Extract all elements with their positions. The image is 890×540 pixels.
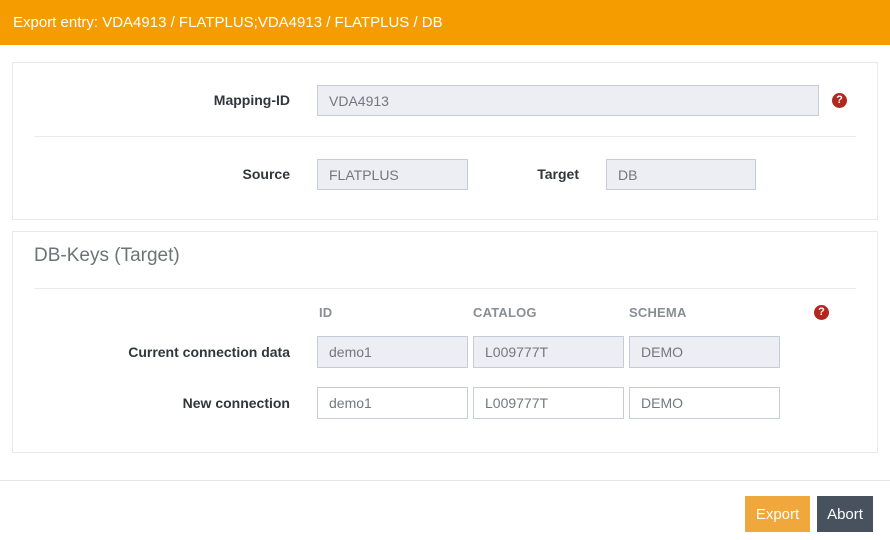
current-connection-label: Current connection data bbox=[128, 344, 290, 360]
db-keys-panel: DB-Keys (Target) ID CATALOG SCHEMA ? Cur… bbox=[12, 231, 878, 453]
dialog-titlebar: Export entry: VDA4913 / FLATPLUS;VDA4913… bbox=[0, 0, 890, 45]
new-connection-id-field[interactable] bbox=[317, 387, 468, 419]
db-keys-help-icon[interactable]: ? bbox=[814, 305, 829, 320]
mapping-panel: Mapping-ID ? Source Target bbox=[12, 62, 878, 220]
current-connection-catalog-field bbox=[473, 336, 624, 368]
mapping-id-label: Mapping-ID bbox=[213, 92, 290, 108]
column-header-id: ID bbox=[319, 305, 333, 320]
new-connection-label: New connection bbox=[182, 395, 290, 411]
db-keys-heading-divider bbox=[34, 288, 856, 289]
footer-divider bbox=[0, 480, 890, 481]
target-field bbox=[606, 159, 756, 190]
dialog-title: Export entry: VDA4913 / FLATPLUS;VDA4913… bbox=[13, 14, 443, 31]
new-connection-catalog-field[interactable] bbox=[473, 387, 624, 419]
export-dialog: Export entry: VDA4913 / FLATPLUS;VDA4913… bbox=[0, 0, 890, 540]
column-header-catalog: CATALOG bbox=[473, 305, 537, 320]
column-header-schema: SCHEMA bbox=[629, 305, 687, 320]
abort-button[interactable]: Abort bbox=[817, 496, 873, 532]
current-connection-id-field bbox=[317, 336, 468, 368]
current-connection-schema-field bbox=[629, 336, 780, 368]
target-label: Target bbox=[537, 166, 579, 182]
new-connection-schema-field[interactable] bbox=[629, 387, 780, 419]
mapping-panel-divider bbox=[34, 136, 856, 137]
db-keys-heading: DB-Keys (Target) bbox=[34, 245, 180, 266]
mapping-id-field bbox=[317, 85, 819, 116]
export-button[interactable]: Export bbox=[745, 496, 810, 532]
mapping-help-icon[interactable]: ? bbox=[832, 93, 847, 108]
source-label: Source bbox=[242, 166, 290, 182]
